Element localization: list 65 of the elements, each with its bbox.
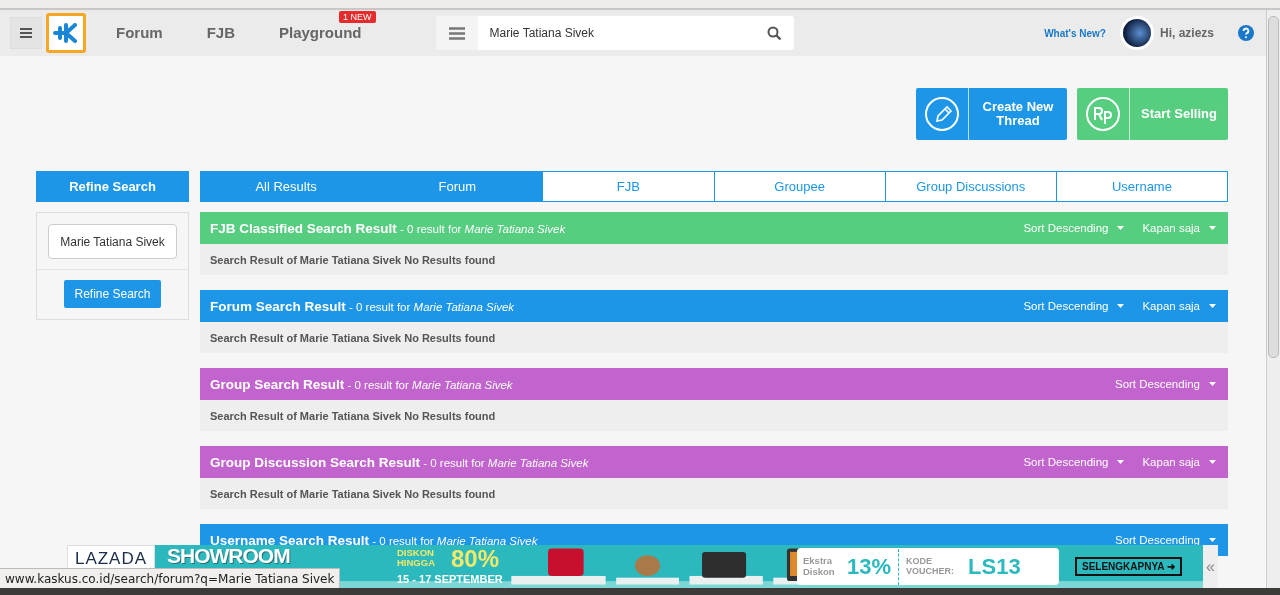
menu-icon <box>20 28 32 38</box>
section-title: Forum Search Result - 0 result for Marie Tatiana Sivek <box>210 298 515 314</box>
caret-icon <box>1117 304 1125 308</box>
caret-icon <box>1209 304 1216 308</box>
no-results-message: Search Result of Marie Tatiana Sivek No Results found <box>200 244 1228 275</box>
period-dropdown[interactable]: Kapan saja <box>1142 222 1216 234</box>
collapse-button[interactable]: « <box>1203 545 1218 588</box>
action-button[interactable]: Start Selling <box>1077 88 1228 140</box>
result-tab[interactable]: All Results <box>201 172 372 201</box>
refine-search-button[interactable]: Refine Search <box>64 280 161 308</box>
section-title: Group Search Result - 0 result for Marie Tatiana Sivek <box>210 376 513 392</box>
sort-dropdown[interactable]: Sort Descending <box>1114 534 1216 546</box>
voucher-code-label: KODE VOUCHER: <box>906 556 956 577</box>
search-icon[interactable] <box>766 25 782 41</box>
result-tab[interactable]: FJB <box>542 172 714 201</box>
ad-dates: 15 - 17 SEPTEMBER <box>397 573 503 585</box>
menu-button[interactable] <box>10 17 42 49</box>
new-badge: 1 NEW <box>339 11 376 23</box>
logo-icon[interactable] <box>46 13 86 53</box>
caret-icon <box>1209 460 1216 464</box>
sort-dropdown[interactable]: Sort Descending <box>1023 456 1125 468</box>
pencil-icon <box>924 96 960 132</box>
ad-headline: SHOWROOM <box>167 545 290 567</box>
nav-link[interactable]: Forum <box>116 24 163 41</box>
no-results-message: Search Result of Marie Tatiana Sivek No Results found <box>200 478 1228 509</box>
caret-icon <box>1117 226 1125 230</box>
result-tab[interactable]: Username <box>1055 172 1228 201</box>
refine-input-field[interactable]: Marie Tatiana Sivek <box>48 224 177 259</box>
caret-icon <box>1209 226 1216 230</box>
status-url: www.kaskus.co.id/search/forum?q=Marie Tatiana Sivek <box>0 568 341 590</box>
ad-discount: 80% <box>451 545 500 573</box>
extra-discount-label: Ekstra Diskon <box>803 556 836 577</box>
section-title: FJB Classified Search Result - 0 result for Marie Tatiana Sivek <box>210 220 566 236</box>
rupiah-icon <box>1085 96 1121 132</box>
sort-dropdown[interactable]: Sort Descending <box>1023 222 1125 234</box>
no-results-message: Search Result of Marie Tatiana Sivek No Results found <box>200 322 1228 353</box>
nav-link[interactable]: Playground <box>279 24 362 41</box>
section-title: Group Discussion Search Result - 0 result for Marie Tatiana Sivek <box>210 454 589 470</box>
caret-icon <box>1209 382 1216 386</box>
caret-icon <box>1209 538 1216 542</box>
sort-dropdown[interactable]: Sort Descending <box>1023 300 1125 312</box>
voucher-code: LS13 <box>968 553 1021 580</box>
nav-link[interactable]: FJB <box>206 24 235 41</box>
ad-cta-button[interactable]: SELENGKAPNYA ➜ <box>1075 557 1182 576</box>
result-tab[interactable]: Group Discussions <box>884 172 1056 201</box>
user-greeting[interactable]: Hi, aziezs <box>1159 26 1214 40</box>
action-button[interactable]: Create New Thread <box>916 88 1067 140</box>
search-field[interactable]: Marie Tatiana Sivek <box>477 25 767 41</box>
caret-icon <box>1117 460 1125 464</box>
period-dropdown[interactable]: Kapan saja <box>1142 456 1216 468</box>
sort-dropdown[interactable]: Sort Descending <box>1114 378 1216 390</box>
search-bar[interactable]: Marie Tatiana Sivek <box>435 16 794 50</box>
extra-discount: 13% <box>847 553 892 580</box>
whats-new-link[interactable]: What's New? <box>1044 27 1106 39</box>
refine-search-heading: Refine Search <box>36 171 189 202</box>
section-title: Username Search Result - 0 result for Marie Tatiana Sivek <box>210 532 538 548</box>
help-icon[interactable] <box>1238 25 1254 41</box>
menu-icon[interactable] <box>435 16 478 50</box>
result-tab[interactable]: Forum <box>371 172 543 201</box>
scrollbar[interactable] <box>1266 10 1280 588</box>
avatar[interactable] <box>1119 16 1154 50</box>
ad-discount-label: DISKON HINGGA <box>397 548 436 569</box>
period-dropdown[interactable]: Kapan saja <box>1142 300 1216 312</box>
no-results-message: Search Result of Marie Tatiana Sivek No Results found <box>200 400 1228 431</box>
result-tab[interactable]: Groupee <box>713 172 885 201</box>
